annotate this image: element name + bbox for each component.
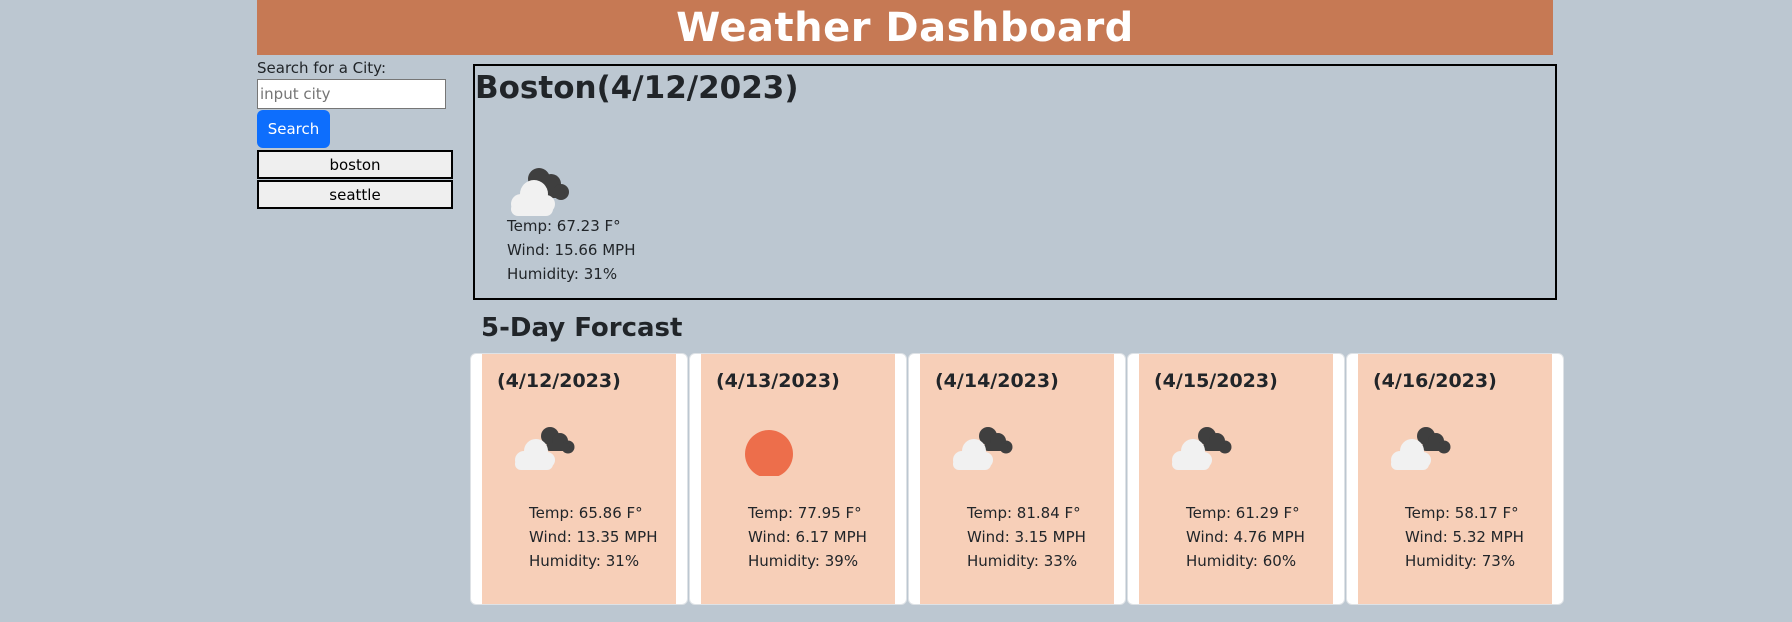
forecast-wind: Wind: 4.76 MPH <box>1186 528 1305 546</box>
forecast-stats: Temp: 58.17 F° Wind: 5.32 MPH Humidity: … <box>1405 501 1524 573</box>
current-weather-panel: Boston(4/12/2023) Temp: 67.23 F° Wind: 1… <box>473 64 1557 300</box>
forecast-temp: Temp: 61.29 F° <box>1186 504 1300 522</box>
forecast-date: (4/14/2023) <box>935 370 1059 392</box>
forecast-stats: Temp: 77.95 F° Wind: 6.17 MPH Humidity: … <box>748 501 867 573</box>
forecast-date: (4/15/2023) <box>1154 370 1278 392</box>
forecast-humidity: Humidity: 60% <box>1186 552 1297 570</box>
forecast-card-body: (4/15/2023) Temp: 61.29 F° Wind: 4.76 MP… <box>1139 354 1333 604</box>
forecast-cards: (4/12/2023) Temp: 65.86 F° Wind: 13.35 M… <box>470 353 1564 605</box>
forecast-card-body: (4/14/2023) Temp: 81.84 F° Wind: 3.15 MP… <box>920 354 1114 604</box>
forecast-humidity: Humidity: 73% <box>1405 552 1516 570</box>
search-label: Search for a City: <box>257 59 387 77</box>
city-search-input[interactable] <box>257 79 446 109</box>
forecast-card: (4/15/2023) Temp: 61.29 F° Wind: 4.76 MP… <box>1127 353 1345 605</box>
forecast-card: (4/12/2023) Temp: 65.86 F° Wind: 13.35 M… <box>470 353 688 605</box>
forecast-temp: Temp: 65.86 F° <box>529 504 643 522</box>
current-temp: Temp: 67.23 F° <box>507 217 621 235</box>
forecast-card-body: (4/13/2023) Temp: 77.95 F° Wind: 6.17 MP… <box>701 354 895 604</box>
forecast-humidity: Humidity: 31% <box>529 552 640 570</box>
forecast-wind: Wind: 5.32 MPH <box>1405 528 1524 546</box>
current-city-title: Boston(4/12/2023) <box>475 70 799 106</box>
forecast-stats: Temp: 61.29 F° Wind: 4.76 MPH Humidity: … <box>1186 501 1305 573</box>
forecast-temp: Temp: 81.84 F° <box>967 504 1081 522</box>
forecast-wind: Wind: 3.15 MPH <box>967 528 1086 546</box>
sun-icon <box>745 430 793 476</box>
clouds-icon <box>1391 427 1451 470</box>
clouds-icon <box>1172 427 1232 470</box>
history-button-boston[interactable]: boston <box>257 150 453 179</box>
forecast-temp: Temp: 77.95 F° <box>748 504 862 522</box>
forecast-card: (4/16/2023) Temp: 58.17 F° Wind: 5.32 MP… <box>1346 353 1564 605</box>
forecast-card-body: (4/12/2023) Temp: 65.86 F° Wind: 13.35 M… <box>482 354 676 604</box>
forecast-title: 5-Day Forcast <box>481 313 683 343</box>
page-header: Weather Dashboard <box>257 0 1553 55</box>
forecast-card: (4/14/2023) Temp: 81.84 F° Wind: 3.15 MP… <box>908 353 1126 605</box>
forecast-date: (4/12/2023) <box>497 370 621 392</box>
forecast-temp: Temp: 58.17 F° <box>1405 504 1519 522</box>
current-humidity: Humidity: 31% <box>507 265 618 283</box>
forecast-card-body: (4/16/2023) Temp: 58.17 F° Wind: 5.32 MP… <box>1358 354 1552 604</box>
clouds-icon <box>515 427 575 470</box>
forecast-wind: Wind: 13.35 MPH <box>529 528 658 546</box>
forecast-date: (4/16/2023) <box>1373 370 1497 392</box>
clouds-icon <box>953 427 1013 470</box>
forecast-stats: Temp: 81.84 F° Wind: 3.15 MPH Humidity: … <box>967 501 1086 573</box>
history-button-seattle[interactable]: seattle <box>257 180 453 209</box>
forecast-wind: Wind: 6.17 MPH <box>748 528 867 546</box>
page-title: Weather Dashboard <box>676 4 1134 51</box>
search-history-list: boston seattle <box>257 150 453 209</box>
forecast-stats: Temp: 65.86 F° Wind: 13.35 MPH Humidity:… <box>529 501 658 573</box>
forecast-humidity: Humidity: 39% <box>748 552 859 570</box>
forecast-humidity: Humidity: 33% <box>967 552 1078 570</box>
current-stats: Temp: 67.23 F° Wind: 15.66 MPH Humidity:… <box>507 214 636 286</box>
forecast-date: (4/13/2023) <box>716 370 840 392</box>
current-wind: Wind: 15.66 MPH <box>507 241 636 259</box>
search-button[interactable]: Search <box>257 110 330 148</box>
forecast-card: (4/13/2023) Temp: 77.95 F° Wind: 6.17 MP… <box>689 353 907 605</box>
search-sidebar: Search for a City: Search boston seattle <box>257 58 453 209</box>
